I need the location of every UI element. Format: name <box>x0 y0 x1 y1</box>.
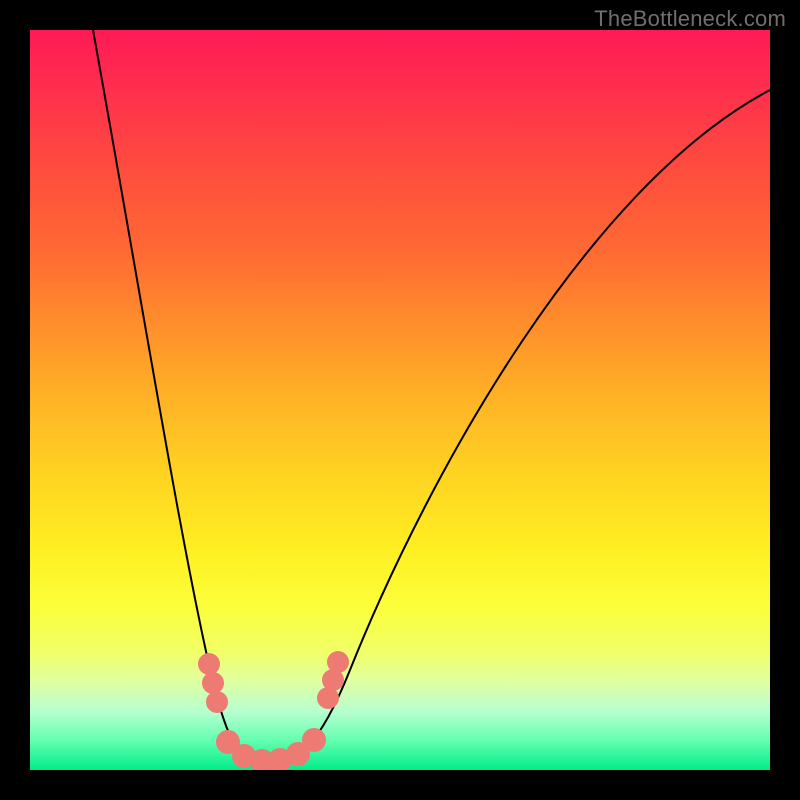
curve-marker <box>327 651 349 673</box>
chart-plot-area <box>30 30 770 770</box>
chart-curve-layer <box>30 30 770 770</box>
bottleneck-curve <box>93 30 770 768</box>
curve-marker <box>302 728 326 752</box>
watermark-text: TheBottleneck.com <box>594 6 786 32</box>
curve-marker <box>206 691 228 713</box>
